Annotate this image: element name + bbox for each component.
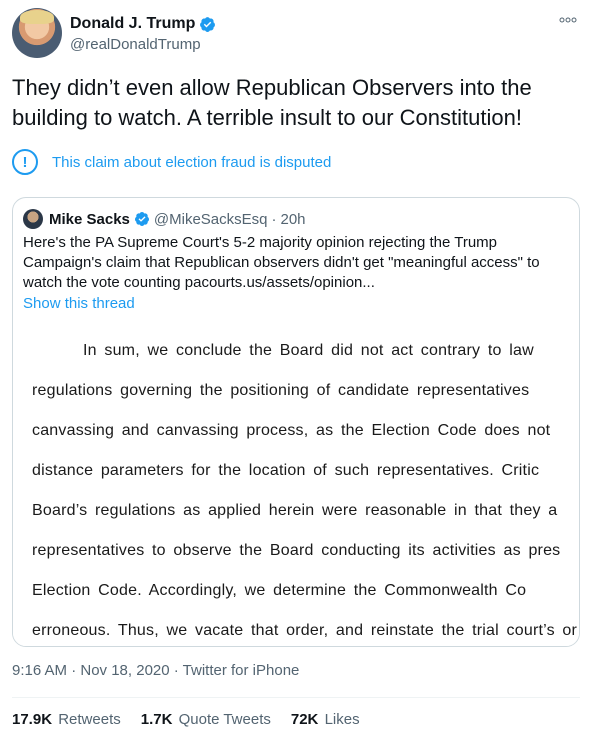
show-thread-link[interactable]: Show this thread	[23, 295, 135, 312]
likes-label: Likes	[324, 711, 360, 728]
quote-tweets-count: 1.7K	[140, 711, 173, 728]
tweet-timestamp[interactable]: 9:16 AM · Nov 18, 2020 · Twitter for iPh…	[12, 662, 299, 679]
quoted-author-avatar	[23, 209, 43, 229]
quoted-tweet-header: Mike Sacks @MikeSacksEsq · 20h	[23, 208, 306, 230]
stats-divider	[12, 697, 580, 698]
document-line: Election Code. Accordingly, we determine…	[32, 582, 527, 599]
retweets-stat[interactable]: 17.9K Retweets	[12, 711, 121, 728]
author-display-name-text[interactable]: Donald J. Trump	[70, 14, 195, 34]
quoted-document-image[interactable]: In sum, we conclude the Board did not ac…	[13, 328, 579, 646]
claim-notice-text[interactable]: This claim about election fraud is dispu…	[52, 154, 331, 171]
author-names: Donald J. Trump @realDonaldTrump	[70, 14, 216, 55]
exclamation-circle-icon: !	[12, 149, 38, 175]
quoted-tweet-text: Here's the PA Supreme Court's 5-2 majori…	[23, 234, 540, 291]
document-line: representatives to observe the Board con…	[32, 542, 561, 559]
author-handle[interactable]: @realDonaldTrump	[70, 35, 216, 55]
disputed-claim-notice[interactable]: ! This claim about election fraud is dis…	[12, 148, 331, 176]
quoted-author-display-name: Mike Sacks	[49, 210, 130, 228]
engagement-stats: 17.9K Retweets 1.7K Quote Tweets 72K Lik…	[12, 711, 380, 728]
quoted-author-handle: @MikeSacksEsq	[153, 210, 268, 228]
likes-stat[interactable]: 72K Likes	[291, 711, 360, 728]
separator-dot: ·	[271, 210, 277, 228]
retweets-label: Retweets	[58, 711, 121, 728]
author-display-name[interactable]: Donald J. Trump	[70, 14, 216, 34]
quote-tweets-label: Quote Tweets	[178, 711, 271, 728]
quoted-tweet-time: 20h	[280, 210, 306, 228]
document-line: canvassing and canvassing process, as th…	[32, 422, 551, 439]
document-line: distance parameters for the location of …	[32, 462, 540, 479]
verified-badge-icon	[200, 16, 216, 32]
tweet-text: They didn’t even allow Republican Observ…	[12, 75, 532, 130]
tweet-header: Donald J. Trump @realDonaldTrump	[12, 8, 582, 60]
quote-tweets-stat[interactable]: 1.7K Quote Tweets	[141, 711, 271, 728]
likes-count: 72K	[290, 711, 319, 728]
document-line: regulations governing the positioning of…	[32, 382, 530, 399]
document-line: In sum, we conclude the Board did not ac…	[83, 342, 534, 359]
document-line: erroneous. Thus, we vacate that order, a…	[32, 622, 578, 639]
quoted-tweet[interactable]: Mike Sacks @MikeSacksEsq · 20h Here's th…	[12, 197, 580, 647]
retweets-count: 17.9K	[12, 711, 53, 728]
verified-badge-icon	[134, 212, 149, 226]
author-avatar[interactable]	[12, 8, 62, 58]
more-options-icon[interactable]	[558, 12, 578, 26]
document-line: Board’s regulations as applied herein we…	[32, 502, 558, 519]
